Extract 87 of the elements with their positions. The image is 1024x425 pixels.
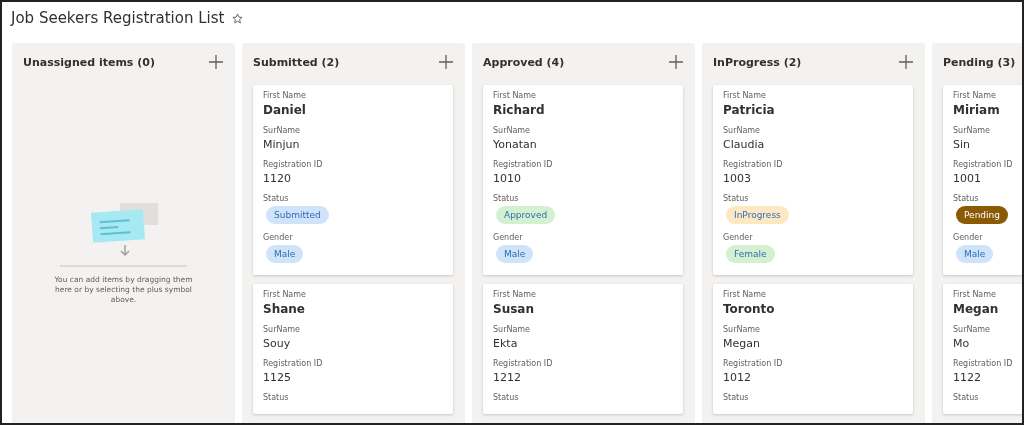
registration-card[interactable]: First Name Patricia SurName Claudia Registration ID 1003 Status InProgress Gender Female: [713, 85, 913, 275]
field-label: Registration ID: [723, 359, 784, 368]
registration-card[interactable]: First Name Daniel SurName Minjun Registration ID 1120 Status Submitted Gender Male: [253, 85, 453, 275]
registration-card[interactable]: First Name Shane SurName Souy Registration ID 1125 Status: [253, 284, 453, 414]
column-title: Submitted (2): [253, 55, 340, 69]
field-label: Registration ID: [263, 359, 324, 368]
first-name: Patricia: [723, 103, 776, 117]
field-value: 1122: [953, 371, 982, 384]
field-value: 1125: [263, 371, 292, 384]
field-label: Status: [493, 393, 520, 402]
field-label: Status: [493, 194, 520, 203]
field-value: 1010: [493, 172, 522, 185]
first-name: Miriam: [953, 103, 1001, 117]
field-label: Status: [723, 393, 750, 402]
field-label: Registration ID: [493, 160, 554, 169]
status-pill: Male: [956, 245, 994, 263]
field-label: SurName: [953, 126, 992, 135]
add-button[interactable]: [669, 55, 683, 69]
field-value: Sin: [953, 138, 971, 151]
field-label: SurName: [723, 325, 762, 334]
field-value: Souy: [263, 337, 292, 350]
add-button[interactable]: [439, 55, 453, 69]
field-value: 1012: [723, 371, 752, 384]
field-label: Registration ID: [263, 160, 324, 169]
field-label: First Name: [263, 91, 307, 100]
status-pill: Female: [726, 245, 775, 263]
field-label: Gender: [493, 233, 524, 242]
first-name: Daniel: [263, 103, 307, 117]
field-label: SurName: [263, 126, 302, 135]
field-label: Registration ID: [953, 160, 1014, 169]
field-label: Registration ID: [723, 160, 784, 169]
add-button[interactable]: [899, 55, 913, 69]
field-label: Status: [953, 393, 980, 402]
field-value: 1212: [493, 371, 522, 384]
registration-card[interactable]: First Name Megan SurName Mo Registration ID 1122 Status: [943, 284, 1022, 414]
field-label: Status: [723, 194, 750, 203]
field-label: Status: [953, 194, 980, 203]
field-value: Ekta: [493, 337, 519, 350]
status-pill: Male: [266, 245, 304, 263]
field-label: First Name: [953, 91, 997, 100]
field-label: Status: [263, 194, 290, 203]
registration-card[interactable]: First Name Miriam SurName Sin Registration ID 1001 Status Pending Gender Male: [943, 85, 1022, 275]
field-value: 1001: [953, 172, 982, 185]
field-label: Gender: [723, 233, 754, 242]
field-value: Megan: [723, 337, 761, 350]
registration-card[interactable]: First Name Susan SurName Ekta Registration ID 1212 Status: [483, 284, 683, 414]
status-pill: Approved: [496, 206, 556, 224]
field-label: SurName: [493, 325, 532, 334]
field-label: SurName: [953, 325, 992, 334]
status-pill: Male: [496, 245, 534, 263]
column-title: Pending (3): [943, 55, 1016, 69]
field-label: First Name: [493, 290, 537, 299]
registration-card[interactable]: First Name Toronto SurName Megan Registration ID 1012 Status: [713, 284, 913, 414]
field-value: 1120: [263, 172, 292, 185]
first-name: Shane: [263, 302, 306, 316]
field-label: First Name: [493, 91, 537, 100]
field-value: Minjun: [263, 138, 301, 151]
field-value: Yonatan: [493, 138, 538, 151]
field-label: Registration ID: [493, 359, 554, 368]
field-label: First Name: [723, 91, 767, 100]
field-label: First Name: [723, 290, 767, 299]
first-name: Megan: [953, 302, 1000, 316]
field-label: Status: [263, 393, 290, 402]
star-icon[interactable]: [232, 12, 244, 24]
column-title: InProgress (2): [713, 55, 802, 69]
status-pill: InProgress: [726, 206, 789, 224]
field-label: First Name: [953, 290, 997, 299]
field-label: Gender: [263, 233, 294, 242]
field-value: Claudia: [723, 138, 766, 151]
first-name: Susan: [493, 302, 535, 316]
first-name: Toronto: [723, 302, 776, 316]
column-title: Unassigned items (0): [23, 55, 155, 69]
field-label: SurName: [723, 126, 762, 135]
status-pill: Submitted: [266, 206, 329, 224]
field-label: First Name: [263, 290, 307, 299]
field-label: SurName: [263, 325, 302, 334]
field-label: Registration ID: [953, 359, 1014, 368]
field-value: 1003: [723, 172, 752, 185]
field-label: SurName: [493, 126, 532, 135]
field-value: Mo: [953, 337, 971, 350]
field-label: Gender: [953, 233, 984, 242]
add-button[interactable]: [209, 55, 223, 69]
column-title: Approved (4): [483, 55, 565, 69]
registration-card[interactable]: First Name Richard SurName Yonatan Registration ID 1010 Status Approved Gender Male: [483, 85, 683, 275]
first-name: Richard: [493, 103, 546, 117]
status-pill: Pending: [956, 206, 1008, 224]
page-title: Job Seekers Registration List: [11, 9, 225, 27]
